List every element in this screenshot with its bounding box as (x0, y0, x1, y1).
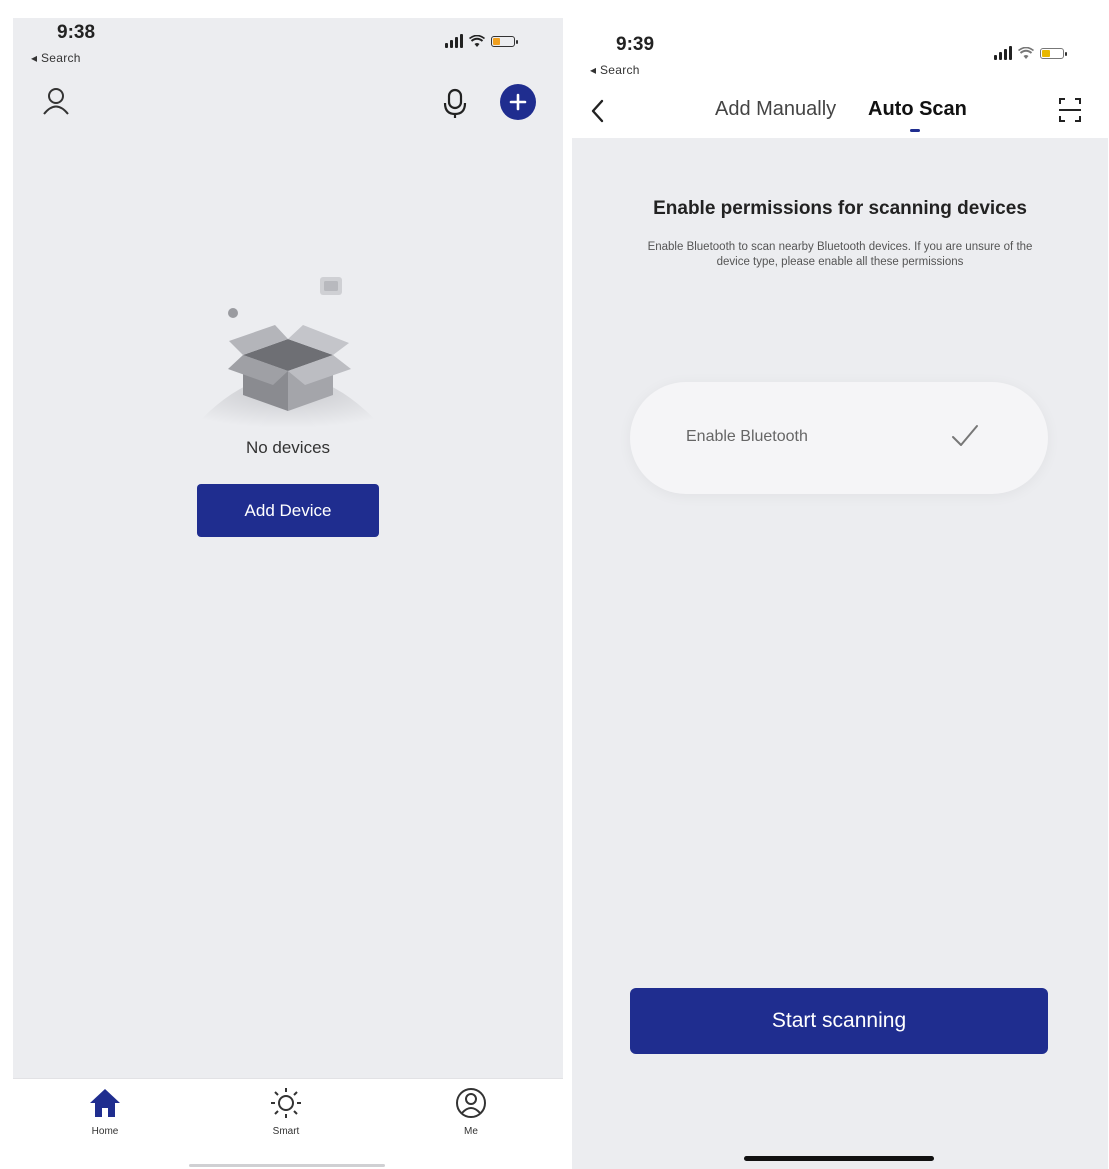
status-time: 9:38 (57, 22, 96, 43)
home-screen: 9:38 ◂ Search No devices Add Device Home… (13, 18, 563, 1169)
profile-icon (456, 1088, 486, 1118)
back-to-search-link[interactable]: ◂ Search (31, 51, 81, 65)
auto-scan-screen: 9:39 ◂ Search Add Manually Auto Scan Ena… (572, 18, 1108, 1169)
permissions-description: Enable Bluetooth to scan nearby Bluetoot… (647, 241, 1033, 268)
back-chevron-icon[interactable] (588, 98, 608, 124)
scan-frame-icon[interactable] (1058, 96, 1082, 124)
empty-box-illustration (193, 277, 383, 428)
tab-add-manually[interactable]: Add Manually (715, 98, 836, 121)
bottom-tab-bar: Home Smart Me (13, 1078, 563, 1169)
add-device-button[interactable]: Add Device (197, 484, 379, 537)
status-time: 9:39 (616, 34, 655, 55)
home-icon (90, 1089, 120, 1117)
start-scanning-button[interactable]: Start scanning (630, 988, 1048, 1054)
check-icon (952, 425, 978, 446)
tab-home-label: Home (91, 1126, 119, 1137)
wifi-icon (1018, 46, 1034, 59)
status-icons (994, 46, 1067, 60)
tab-auto-scan[interactable]: Auto Scan (868, 98, 967, 121)
enable-bluetooth-label: Enable Bluetooth (686, 428, 808, 445)
signal-icon (445, 34, 463, 48)
tab-smart-label: Smart (272, 1126, 300, 1137)
battery-icon (1040, 47, 1067, 59)
tab-me-label: Me (464, 1126, 478, 1137)
add-device-icon-button[interactable] (500, 84, 536, 120)
home-indicator (744, 1156, 934, 1161)
plus-icon (509, 93, 527, 111)
user-icon[interactable] (41, 86, 71, 116)
battery-icon (491, 35, 518, 47)
signal-icon (994, 46, 1012, 60)
back-to-search-link[interactable]: ◂ Search (590, 63, 640, 77)
microphone-icon[interactable] (440, 88, 470, 120)
status-icons (445, 34, 518, 48)
enable-bluetooth-option[interactable]: Enable Bluetooth (630, 382, 1048, 494)
tab-home[interactable]: Home (65, 1087, 145, 1137)
tab-me[interactable]: Me (431, 1087, 511, 1137)
permissions-title: Enable permissions for scanning devices (653, 198, 1027, 219)
home-indicator (189, 1164, 385, 1167)
tab-smart[interactable]: Smart (246, 1087, 326, 1137)
wifi-icon (469, 34, 485, 47)
no-devices-message: No devices (245, 438, 331, 457)
active-tab-indicator (910, 129, 920, 132)
scan-header: 9:39 ◂ Search Add Manually Auto Scan (572, 18, 1108, 138)
sun-icon (271, 1088, 301, 1118)
